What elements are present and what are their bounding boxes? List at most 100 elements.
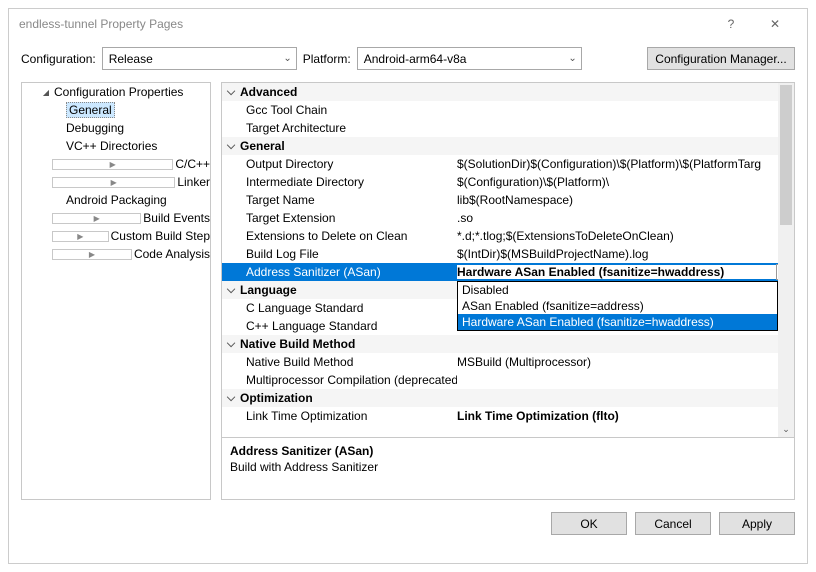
tree-item[interactable]: Linker	[22, 173, 210, 191]
tree-item[interactable]: General	[22, 101, 210, 119]
property-value[interactable]: $(Configuration)\$(Platform)\	[457, 175, 794, 189]
section-title: Language	[240, 283, 297, 297]
help-icon[interactable]: ?	[709, 9, 753, 39]
property-value[interactable]: $(IntDir)$(MSBuildProjectName).log	[457, 247, 794, 261]
tree-item[interactable]: Code Analysis	[22, 245, 210, 263]
section-title: General	[240, 139, 285, 153]
chevron-right-icon[interactable]	[52, 249, 132, 260]
tree-item-label: C/C++	[175, 157, 210, 171]
tree-item[interactable]: C/C++	[22, 155, 210, 173]
property-row[interactable]: Multiprocessor Compilation (deprecated)	[222, 371, 794, 389]
tree-item[interactable]: Android Packaging	[22, 191, 210, 209]
chevron-down-icon[interactable]	[40, 87, 52, 97]
property-row[interactable]: Link Time OptimizationLink Time Optimiza…	[222, 407, 794, 425]
property-row[interactable]: Extensions to Delete on Clean*.d;*.tlog;…	[222, 227, 794, 245]
property-section-header[interactable]: Optimization	[222, 389, 794, 407]
property-value[interactable]: $(SolutionDir)$(Configuration)\$(Platfor…	[457, 157, 794, 171]
tree-item-label: General	[66, 102, 115, 118]
property-name: C Language Standard	[222, 301, 457, 315]
tree-item[interactable]: Build Events	[22, 209, 210, 227]
description-body: Build with Address Sanitizer	[230, 460, 786, 474]
property-grid[interactable]: Advanced Gcc Tool Chain Target Architectur…	[222, 83, 794, 437]
property-row[interactable]: Build Log File$(IntDir)$(MSBuildProjectN…	[222, 245, 794, 263]
property-name: C++ Language Standard	[222, 319, 457, 333]
platform-select[interactable]: Android-arm64-v8a ⌄	[357, 47, 582, 70]
tree-item[interactable]: Custom Build Step	[22, 227, 210, 245]
scroll-down-icon[interactable]: ⌄	[778, 421, 794, 437]
collapse-icon[interactable]	[222, 338, 240, 351]
property-value[interactable]: Hardware ASan Enabled (fsanitize=hwaddre…	[457, 265, 794, 279]
property-panel: Advanced Gcc Tool Chain Target Architectur…	[221, 82, 795, 500]
tree-item-label: Code Analysis	[134, 247, 210, 261]
property-value[interactable]: .so	[457, 211, 794, 225]
property-row[interactable]: Native Build MethodMSBuild (Multiprocess…	[222, 353, 794, 371]
close-icon[interactable]: ✕	[753, 9, 797, 39]
window-title: endless-tunnel Property Pages	[19, 17, 709, 31]
property-name: Gcc Tool Chain	[222, 103, 457, 117]
section-title: Advanced	[240, 85, 297, 99]
dialog-buttons: OK Cancel Apply	[9, 500, 807, 547]
tree-item[interactable]: VC++ Directories	[22, 137, 210, 155]
dropdown-option[interactable]: ASan Enabled (fsanitize=address)	[458, 298, 777, 314]
dropdown-option[interactable]: Disabled	[458, 282, 777, 298]
property-row[interactable]: Intermediate Directory$(Configuration)\$…	[222, 173, 794, 191]
property-name: Target Name	[222, 193, 457, 207]
property-name: Target Architecture	[222, 121, 457, 135]
property-name: Extensions to Delete on Clean	[222, 229, 457, 243]
tree-item-label: Build Events	[143, 211, 210, 225]
chevron-right-icon[interactable]	[52, 231, 109, 242]
property-name: Target Extension	[222, 211, 457, 225]
property-row[interactable]: Target Architecture	[222, 119, 794, 137]
chevron-right-icon[interactable]	[52, 159, 173, 170]
property-section-header[interactable]: Advanced	[222, 83, 794, 101]
platform-value: Android-arm64-v8a	[364, 52, 467, 66]
configuration-value: Release	[109, 52, 153, 66]
tree-item-label: Linker	[177, 175, 210, 189]
tree-item-label: Custom Build Step	[111, 229, 210, 243]
property-value[interactable]: *.d;*.tlog;$(ExtensionsToDeleteOnClean)	[457, 229, 794, 243]
property-name: Multiprocessor Compilation (deprecated)	[222, 373, 457, 387]
property-name: Address Sanitizer (ASan)	[222, 265, 457, 279]
tree-item-label: Android Packaging	[66, 193, 167, 207]
property-row[interactable]: Address Sanitizer (ASan)Hardware ASan En…	[222, 263, 794, 281]
nav-tree[interactable]: Configuration Properties General Debuggin…	[21, 82, 211, 500]
configuration-select[interactable]: Release ⌄	[102, 47, 297, 70]
property-name: Output Directory	[222, 157, 457, 171]
collapse-icon[interactable]	[222, 86, 240, 99]
property-section-header[interactable]: Native Build Method	[222, 335, 794, 353]
property-pages-dialog: endless-tunnel Property Pages ? ✕ Config…	[8, 8, 808, 564]
titlebar: endless-tunnel Property Pages ? ✕	[9, 9, 807, 39]
property-row[interactable]: Target Extension.so	[222, 209, 794, 227]
property-value[interactable]: Link Time Optimization (flto)	[457, 409, 794, 423]
property-name: Link Time Optimization	[222, 409, 457, 423]
tree-root[interactable]: Configuration Properties	[22, 83, 210, 101]
property-section-header[interactable]: General	[222, 137, 794, 155]
section-title: Optimization	[240, 391, 313, 405]
chevron-down-icon: ⌄	[283, 53, 291, 64]
ok-button[interactable]: OK	[551, 512, 627, 535]
scrollbar[interactable]: ⌄	[778, 83, 794, 437]
property-name: Native Build Method	[222, 355, 457, 369]
config-label: Configuration:	[21, 52, 96, 66]
property-value[interactable]: MSBuild (Multiprocessor)	[457, 355, 794, 369]
property-dropdown[interactable]: DisabledASan Enabled (fsanitize=address)…	[457, 281, 778, 331]
chevron-right-icon[interactable]	[52, 213, 141, 224]
platform-label: Platform:	[303, 52, 351, 66]
collapse-icon[interactable]	[222, 392, 240, 405]
collapse-icon[interactable]	[222, 284, 240, 297]
chevron-right-icon[interactable]	[52, 177, 175, 188]
dropdown-option[interactable]: Hardware ASan Enabled (fsanitize=hwaddre…	[458, 314, 777, 330]
scrollbar-thumb[interactable]	[780, 85, 792, 225]
property-value[interactable]: lib$(RootNamespace)	[457, 193, 794, 207]
property-row[interactable]: Output Directory$(SolutionDir)$(Configur…	[222, 155, 794, 173]
collapse-icon[interactable]	[222, 140, 240, 153]
tree-item[interactable]: Debugging	[22, 119, 210, 137]
chevron-down-icon: ⌄	[568, 53, 576, 64]
property-row[interactable]: Target Namelib$(RootNamespace)	[222, 191, 794, 209]
configuration-manager-button[interactable]: Configuration Manager...	[647, 47, 795, 70]
tree-item-label: Debugging	[66, 121, 124, 135]
cancel-button[interactable]: Cancel	[635, 512, 711, 535]
section-title: Native Build Method	[240, 337, 355, 351]
apply-button[interactable]: Apply	[719, 512, 795, 535]
property-row[interactable]: Gcc Tool Chain	[222, 101, 794, 119]
